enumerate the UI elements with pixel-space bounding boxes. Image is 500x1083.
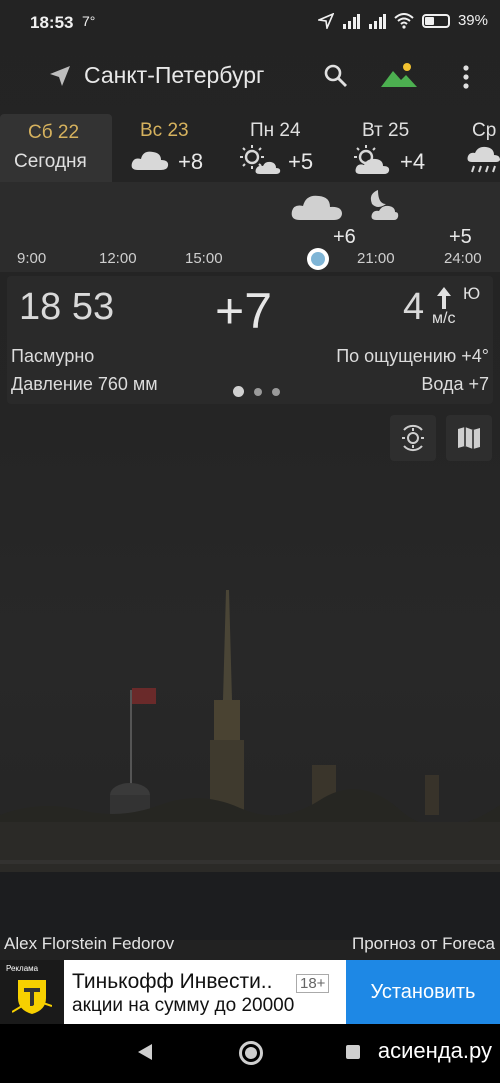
wind-direction-arrow-icon [437, 287, 451, 309]
day-tab-sun[interactable]: Вс 23 +8 [118, 114, 218, 182]
cloud-icon [291, 195, 342, 220]
day-tab-sat[interactable]: Сб 22 Сегодня [0, 114, 112, 182]
status-time: 18:53 [30, 13, 74, 32]
search-icon[interactable] [322, 62, 350, 90]
rain-icon [467, 146, 500, 173]
wind-unit: м/с [432, 310, 456, 327]
day-temp: +8 [178, 149, 204, 174]
page-dot [254, 387, 262, 396]
system-navigation-bar: асиенда.ру [0, 1024, 500, 1083]
day-tabs: Сб 22 Сегодня Вс 23 +8 Пн 24 +5 Вт 25 +4… [0, 114, 500, 182]
pressure-text: Давление 760 мм [11, 374, 158, 394]
hour-label: 15:00 [185, 250, 223, 267]
peter-paul-fortress-photo [0, 590, 500, 940]
condition-text: Пасмурно [11, 346, 95, 366]
hour-label: 21:00 [357, 250, 395, 267]
ad-banner[interactable]: Реклама Тинькофф Инвести.. 18+ акции на … [0, 960, 500, 1024]
landscape-background-icon[interactable] [380, 60, 418, 90]
hour-label: 9:00 [17, 250, 47, 267]
ad-title: Тинькофф Инвести.. [72, 970, 273, 993]
day-name: Ср [472, 120, 497, 141]
ad-label: Реклама [6, 964, 39, 973]
current-minute: 53 [71, 286, 115, 328]
day-name: Вт 25 [362, 120, 410, 141]
page-dot [272, 387, 280, 396]
hour-temp: +6 [333, 226, 356, 248]
hour-label: 12:00 [99, 250, 137, 267]
watermark: асиенда.ру [377, 1038, 492, 1063]
hour-label: 24:00 [444, 250, 482, 267]
ad-logo: Реклама [0, 960, 64, 1024]
city-title[interactable]: Санкт-Петербург [84, 62, 264, 89]
home-button[interactable] [239, 1041, 263, 1065]
battery-icon [421, 13, 450, 28]
wifi-icon [394, 12, 414, 29]
day-tab-tue[interactable]: Вт 25 +4 [340, 114, 440, 182]
wind-speed: 4 [403, 286, 425, 328]
day-temp: +4 [400, 149, 426, 174]
current-conditions-card[interactable]: 18 53 +7 4 Ю м/с Пасмурно По ощущению +4… [7, 276, 493, 404]
back-icon[interactable] [136, 1042, 154, 1062]
ad-age-rating: 18+ [296, 974, 330, 993]
day-name: Пн 24 [250, 120, 301, 141]
page-indicator[interactable] [233, 386, 280, 397]
status-icons: 39% [317, 12, 488, 29]
tinkoff-shield-icon [12, 980, 52, 1014]
page-dot-active [233, 386, 244, 397]
day-tab-wed[interactable]: Ср [452, 114, 500, 182]
weather-details-button[interactable] [390, 415, 436, 461]
day-tab-mon[interactable]: Пн 24 +5 [226, 114, 336, 182]
ad-subtitle: акции на сумму до 20000 [72, 995, 295, 1016]
battery-percent: 39% [457, 12, 488, 29]
feels-like-text: По ощущению +4° [336, 346, 489, 366]
signal-icon [342, 13, 360, 29]
day-today-label: Сегодня [14, 151, 87, 172]
recents-button[interactable] [346, 1045, 360, 1059]
hour-temp: +5 [449, 226, 472, 248]
hourly-forecast[interactable]: +6 +5 9:00 12:00 15:00 21:00 24:00 [0, 182, 500, 272]
day-name: Сб 22 [28, 122, 80, 143]
sun-cycle-icon [402, 424, 424, 452]
location-arrow-icon [317, 12, 334, 29]
cloud-icon [131, 151, 169, 170]
status-temp: 7° [82, 13, 96, 29]
forecast-credit[interactable]: Прогноз от Foreca [352, 934, 495, 954]
wind-direction: Ю [463, 284, 481, 303]
navigation-arrow-icon[interactable] [48, 64, 72, 88]
photo-credit[interactable]: Alex Florstein Fedorov [4, 934, 174, 954]
current-temperature: +7 [215, 283, 273, 339]
current-hour: 18 [19, 286, 62, 328]
ad-install-button[interactable]: Установить [346, 960, 500, 1024]
night-cloud-icon [370, 190, 399, 220]
map-icon [458, 427, 480, 449]
map-button[interactable] [446, 415, 492, 461]
partly-sunny-icon [354, 145, 390, 174]
signal-icon-2 [368, 13, 386, 29]
partly-sunny-icon [240, 145, 281, 174]
day-name: Вс 23 [140, 120, 189, 141]
current-time-marker[interactable] [307, 248, 329, 270]
water-temp-text: Вода +7 [421, 374, 489, 394]
current-time: 18 53 [19, 286, 114, 329]
more-vert-icon[interactable] [456, 62, 476, 92]
day-temp: +5 [288, 149, 314, 174]
